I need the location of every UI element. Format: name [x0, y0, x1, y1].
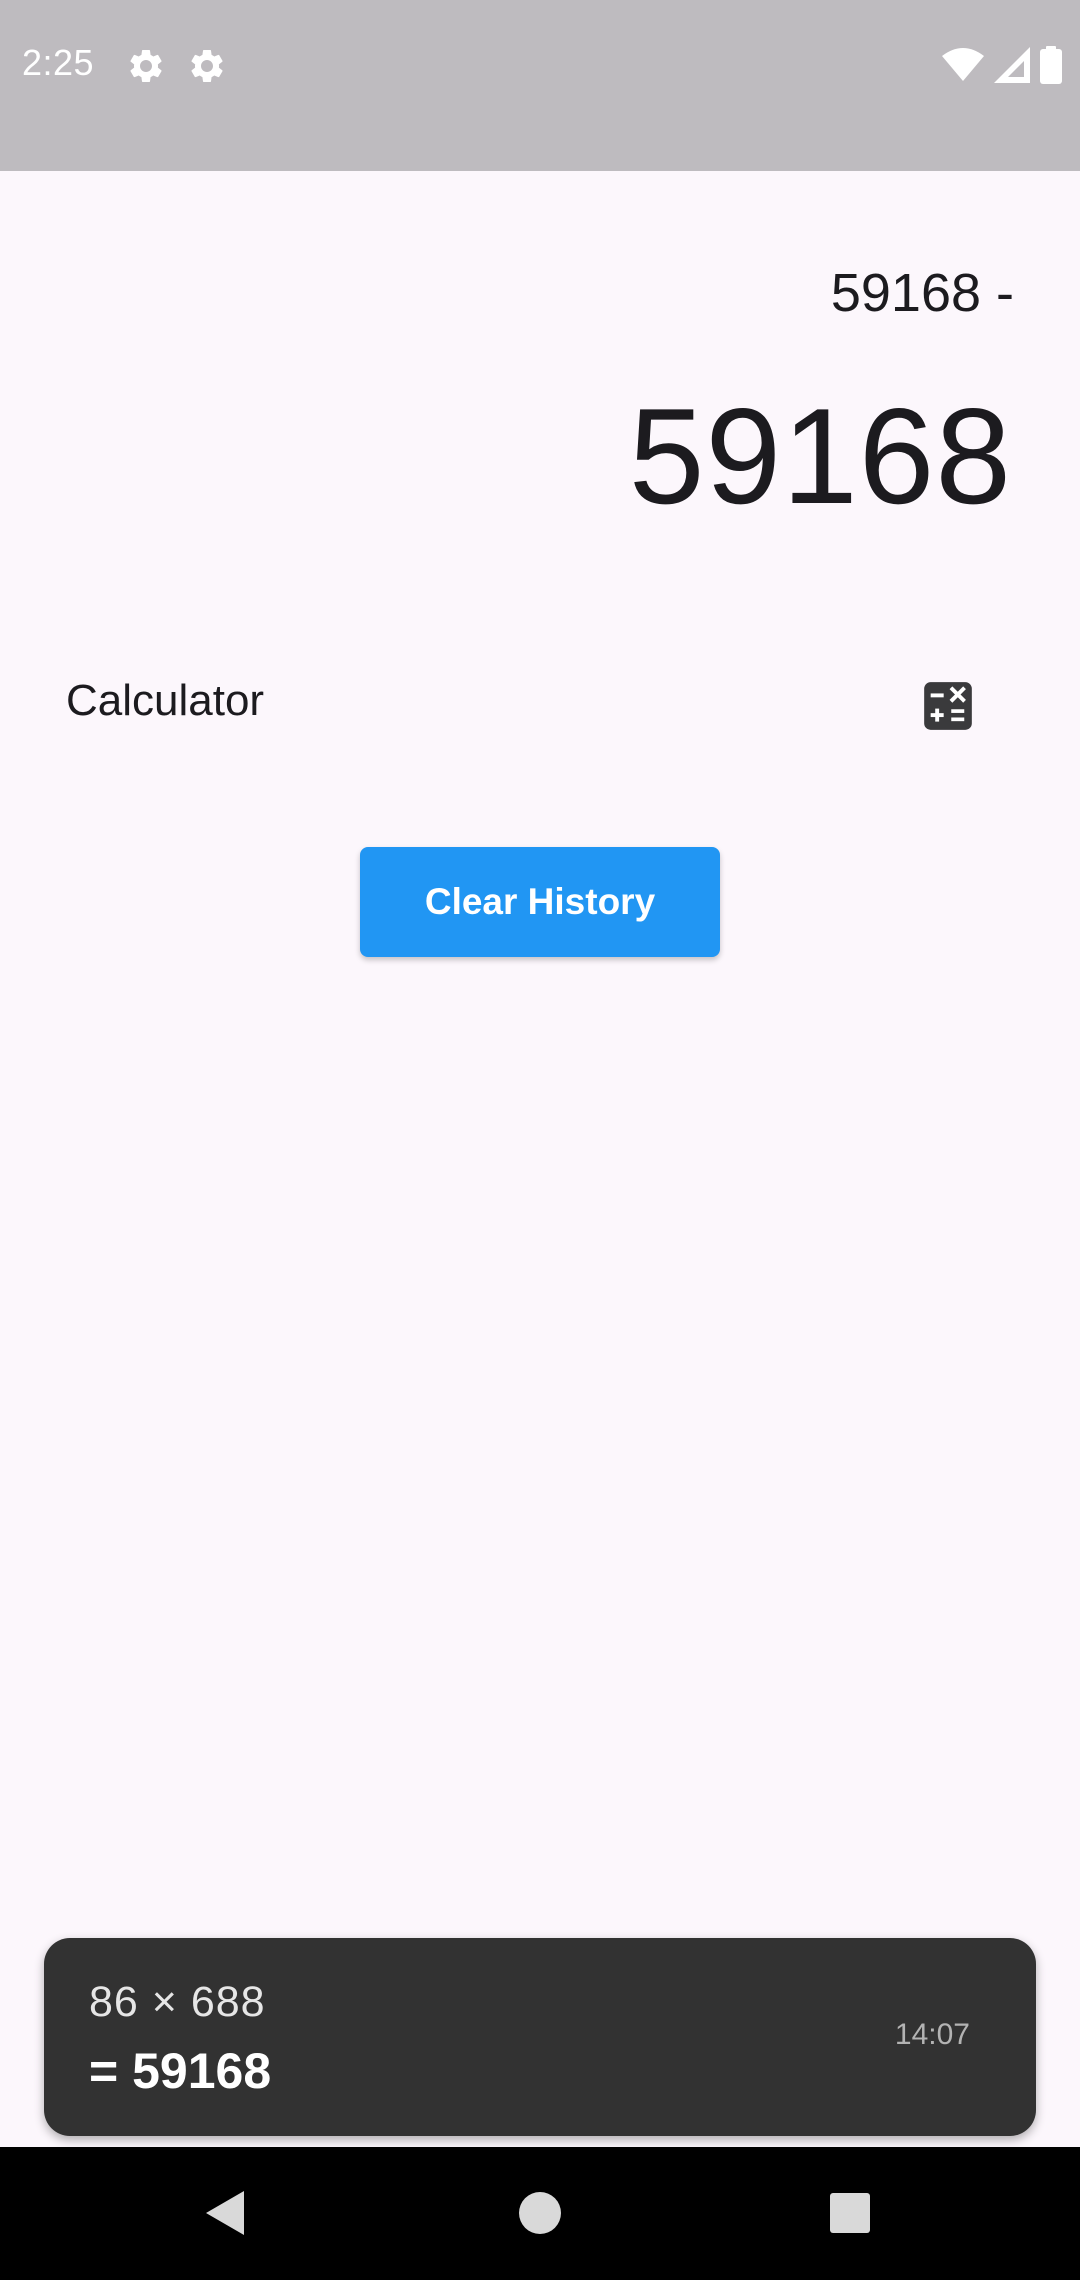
home-icon[interactable]	[512, 2185, 568, 2241]
history-expression: 86 × 688	[89, 1978, 266, 2026]
gear-icon	[191, 49, 223, 82]
navigation-bar	[0, 2147, 1080, 2280]
status-icons	[942, 44, 1062, 86]
status-bar: 2:25	[0, 0, 1080, 171]
history-card[interactable]: 86 × 688 = 59168 14:07	[44, 1938, 1036, 2136]
history-result: = 59168	[89, 2043, 272, 2099]
result-display: 59168	[628, 380, 1012, 532]
battery-icon	[1040, 46, 1062, 84]
wifi-icon	[942, 48, 984, 81]
status-time: 2:25	[22, 42, 95, 83]
calculator-label: Calculator	[66, 676, 265, 725]
clear-history-button[interactable]: Clear History	[360, 847, 720, 957]
signal-icon	[994, 47, 1030, 83]
calculator-icon[interactable]	[922, 680, 974, 732]
back-icon[interactable]	[198, 2185, 254, 2241]
expression-display: 59168 -	[830, 263, 1014, 323]
history-time: 14:07	[894, 2018, 970, 2051]
recents-icon[interactable]	[822, 2185, 878, 2241]
gear-icon	[130, 49, 162, 82]
